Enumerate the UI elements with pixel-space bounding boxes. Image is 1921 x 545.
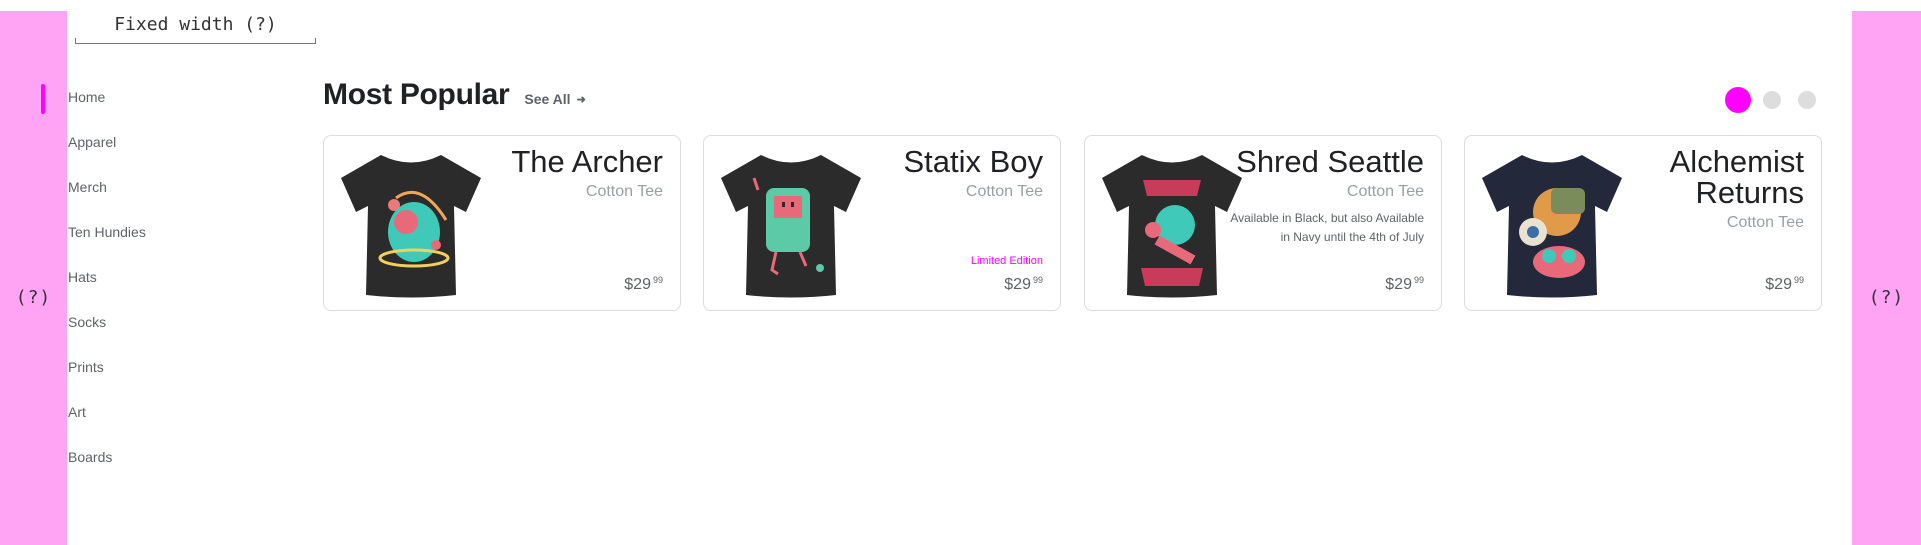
- product-carousel: The Archer Cotton Tee $29 99 Statix Boy C…: [323, 135, 1844, 311]
- price-dollars: $29: [624, 276, 651, 293]
- price-dollars: $29: [1004, 276, 1031, 293]
- product-title: Statix Boy: [903, 144, 1043, 179]
- sidebar-item-home[interactable]: Home: [68, 80, 146, 125]
- product-subtitle: Cotton Tee: [1726, 214, 1804, 231]
- sidebar-item-merch[interactable]: Merch: [68, 170, 146, 215]
- carousel-pagination: [1725, 87, 1833, 113]
- product-card-shred-seattle[interactable]: Shred Seattle Cotton Tee Available in Bl…: [1084, 135, 1442, 311]
- product-card-the-archer[interactable]: The Archer Cotton Tee $29 99: [323, 135, 681, 311]
- fixed-width-label: Fixed width (?): [114, 14, 277, 35]
- limited-edition-badge: Limited Edition: [970, 255, 1043, 267]
- see-all-label: See All: [524, 91, 571, 107]
- left-gutter: (?): [0, 11, 67, 545]
- section-title: Most Popular: [323, 78, 510, 111]
- fixed-width-marker: Fixed width (?): [75, 13, 316, 44]
- sidebar-item-art[interactable]: Art: [68, 395, 146, 440]
- left-gutter-label: (?): [15, 287, 52, 308]
- price-cents: 99: [1793, 275, 1804, 285]
- sidebar-item-hats[interactable]: Hats: [68, 260, 146, 305]
- sidebar-item-boards[interactable]: Boards: [68, 440, 146, 485]
- product-price: $29 99: [1385, 275, 1424, 294]
- sidebar-nav: Home Apparel Merch Ten Hundies Hats Sock…: [68, 80, 146, 485]
- price-dollars: $29: [1765, 276, 1792, 293]
- product-subtitle: Cotton Tee: [585, 183, 663, 200]
- product-title: The Archer: [511, 144, 663, 179]
- product-card-statix-boy[interactable]: Statix Boy Cotton Tee Limited Edition $2…: [703, 135, 1061, 311]
- carousel-dot-2[interactable]: [1763, 91, 1781, 109]
- sidebar-item-prints[interactable]: Prints: [68, 350, 146, 395]
- product-availability-note: Available in Black, but also Available i…: [1230, 211, 1424, 244]
- product-subtitle: Cotton Tee: [965, 183, 1043, 200]
- product-price: $29 99: [624, 275, 663, 294]
- sidebar-item-ten-hundies[interactable]: Ten Hundies: [68, 215, 146, 260]
- product-price: $29 99: [1765, 275, 1804, 294]
- product-subtitle: Cotton Tee: [1346, 183, 1424, 200]
- carousel-dot-3[interactable]: [1798, 91, 1816, 109]
- sidebar-item-socks[interactable]: Socks: [68, 305, 146, 350]
- price-cents: 99: [652, 275, 663, 285]
- section-header: Most Popular See All ➜: [323, 78, 586, 112]
- product-card-alchemist-returns[interactable]: Alchemist Returns Cotton Tee $29 99: [1464, 135, 1822, 311]
- price-cents: 99: [1032, 275, 1043, 285]
- right-gutter-label: (?): [1868, 287, 1905, 308]
- price-dollars: $29: [1385, 276, 1412, 293]
- arrow-right-icon: ➜: [576, 93, 586, 106]
- see-all-link[interactable]: See All ➜: [524, 91, 585, 107]
- product-title: Shred Seattle: [1236, 144, 1424, 179]
- sidebar-item-apparel[interactable]: Apparel: [68, 125, 146, 170]
- product-price: $29 99: [1004, 275, 1043, 294]
- product-title: Alchemist Returns: [1669, 144, 1804, 210]
- price-cents: 99: [1413, 275, 1424, 285]
- carousel-dot-1[interactable]: [1725, 87, 1751, 113]
- active-nav-indicator: [41, 84, 45, 114]
- right-gutter: (?): [1852, 11, 1921, 545]
